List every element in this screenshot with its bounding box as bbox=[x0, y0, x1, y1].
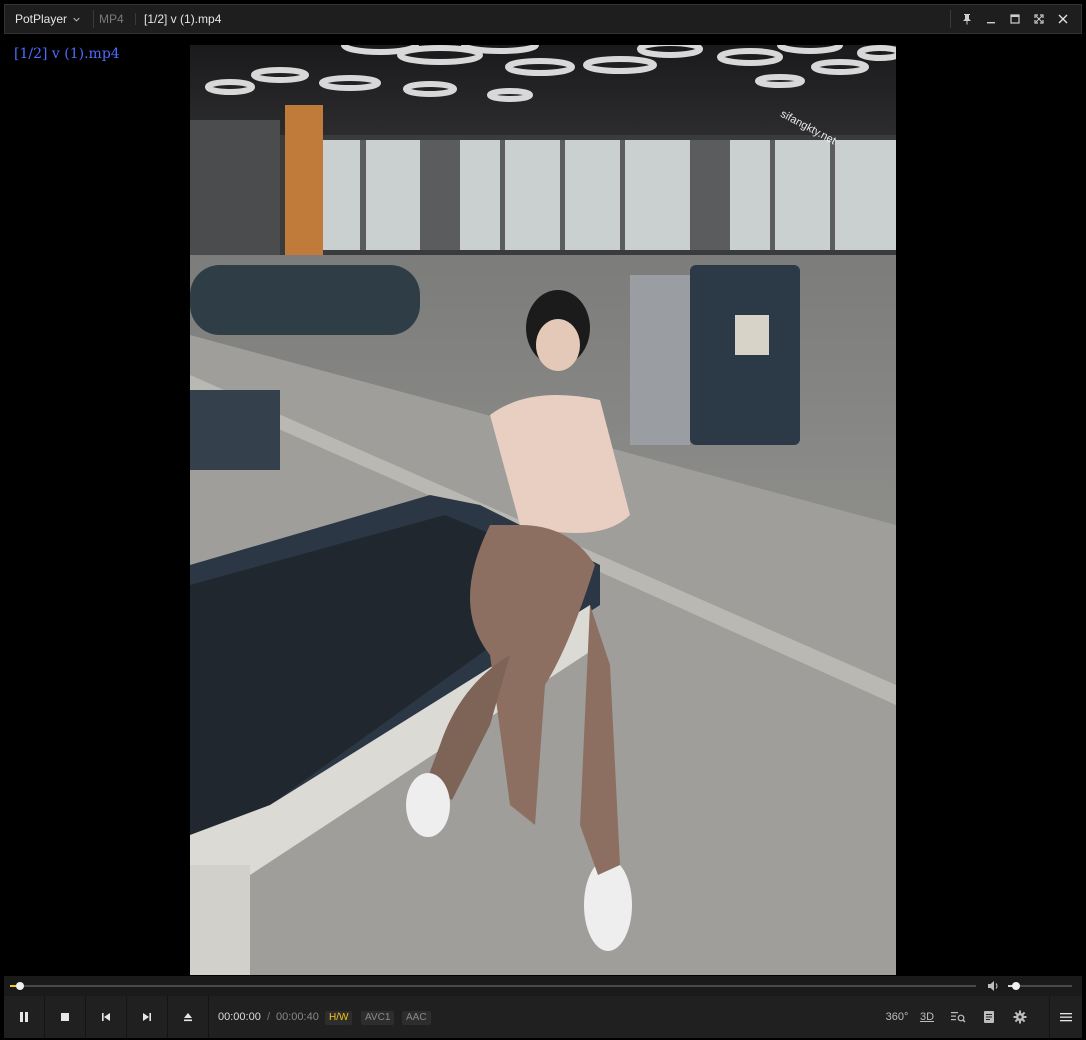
total-time[interactable]: 00:00:40 bbox=[276, 996, 319, 1038]
seekbar-row bbox=[4, 976, 1082, 996]
pause-icon bbox=[20, 1012, 28, 1022]
volume-icon[interactable] bbox=[986, 979, 1000, 993]
app-menu-button[interactable]: PotPlayer bbox=[5, 5, 93, 33]
main-menu-button[interactable] bbox=[1049, 996, 1082, 1038]
close-button[interactable] bbox=[1051, 5, 1075, 33]
divider bbox=[93, 10, 94, 28]
next-button[interactable] bbox=[127, 996, 168, 1038]
video-frame bbox=[190, 45, 896, 975]
divider bbox=[950, 10, 951, 28]
window-title: [1/2] v (1).mp4 bbox=[144, 12, 222, 26]
maximize-button[interactable] bbox=[1003, 5, 1027, 33]
seek-bar[interactable] bbox=[10, 982, 976, 990]
stereo3d-button[interactable]: 3D bbox=[913, 996, 941, 1038]
playlist-search-button[interactable] bbox=[944, 996, 972, 1038]
eject-icon bbox=[184, 1013, 192, 1022]
stop-icon bbox=[61, 1013, 69, 1021]
window-controls bbox=[950, 5, 1075, 33]
hamburger-menu-icon bbox=[1060, 1013, 1072, 1022]
seek-handle[interactable] bbox=[15, 982, 24, 990]
time-separator: / bbox=[267, 1011, 271, 1023]
control-bar: 00:00:00 / 00:00:40 H/W AVC1 AAC 360° 3D bbox=[4, 996, 1082, 1038]
open-file-button[interactable] bbox=[168, 996, 209, 1038]
minimize-icon bbox=[987, 22, 995, 24]
fullscreen-button[interactable] bbox=[1027, 5, 1051, 33]
vr360-icon: 360° bbox=[885, 1011, 909, 1023]
stereo3d-icon: 3D bbox=[919, 1011, 935, 1023]
chevron-down-icon bbox=[73, 17, 80, 22]
osd-filename: [1/2] v (1).mp4 bbox=[14, 46, 120, 62]
audio-codec-badge[interactable]: AAC bbox=[402, 1011, 431, 1025]
previous-button[interactable] bbox=[86, 996, 127, 1038]
minimize-button[interactable] bbox=[979, 5, 1003, 33]
maximize-icon bbox=[1010, 14, 1020, 24]
volume-handle[interactable] bbox=[1011, 982, 1020, 990]
current-time[interactable]: 00:00:00 bbox=[218, 996, 261, 1038]
skip-next-icon bbox=[143, 1013, 151, 1021]
document-icon bbox=[984, 1011, 994, 1023]
vr360-button[interactable]: 360° bbox=[883, 996, 911, 1038]
divider bbox=[135, 13, 136, 25]
settings-button[interactable] bbox=[1006, 996, 1034, 1038]
fullscreen-icon bbox=[1034, 14, 1044, 24]
subtitle-button[interactable] bbox=[975, 996, 1003, 1038]
gear-icon bbox=[1013, 1010, 1027, 1024]
volume-slider[interactable] bbox=[1008, 982, 1072, 990]
stop-button[interactable] bbox=[45, 996, 86, 1038]
hw-decoder-badge[interactable]: H/W bbox=[325, 1011, 353, 1025]
app-menu-label: PotPlayer bbox=[15, 12, 68, 26]
title-bar: PotPlayer MP4 [1/2] v (1).mp4 bbox=[4, 4, 1082, 34]
list-search-icon bbox=[951, 1012, 966, 1023]
pause-button[interactable] bbox=[4, 996, 45, 1038]
skip-previous-icon bbox=[102, 1013, 110, 1021]
format-label: MP4 bbox=[99, 12, 124, 26]
pin-button[interactable] bbox=[955, 5, 979, 33]
pin-icon bbox=[963, 14, 971, 25]
close-icon bbox=[1058, 14, 1068, 24]
video-codec-badge[interactable]: AVC1 bbox=[361, 1011, 395, 1025]
